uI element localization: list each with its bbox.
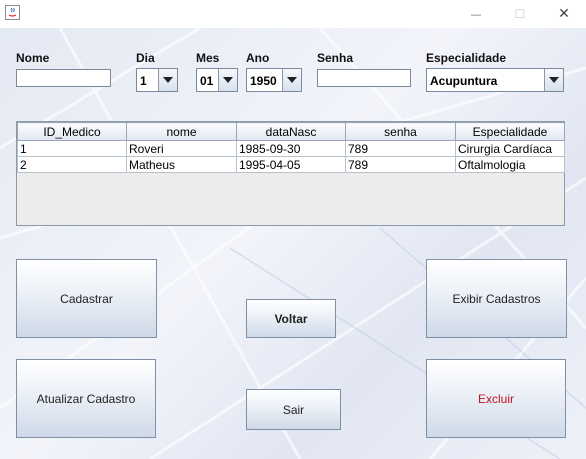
dia-label: Dia — [136, 51, 155, 65]
voltar-button[interactable]: Voltar — [246, 299, 336, 338]
chevron-down-icon — [549, 77, 559, 83]
nome-input[interactable] — [16, 69, 111, 87]
ano-select[interactable]: 1950 — [246, 68, 302, 92]
especialidade-dropdown-button[interactable] — [544, 69, 563, 91]
table-cell[interactable]: 789 — [345, 140, 456, 157]
table-cell[interactable]: Matheus — [126, 156, 237, 173]
table-cell[interactable]: 1 — [17, 140, 127, 157]
column-header-id-medico[interactable]: ID_Medico — [17, 122, 127, 141]
especialidade-value: Acupuntura — [430, 74, 498, 88]
column-header-nome[interactable]: nome — [126, 122, 237, 141]
chevron-down-icon — [223, 77, 233, 83]
ano-label: Ano — [246, 51, 270, 65]
especialidade-select[interactable]: Acupuntura — [426, 68, 564, 92]
maximize-button[interactable]: ☐ — [497, 0, 543, 28]
sair-button[interactable]: Sair — [246, 389, 341, 430]
dia-select[interactable]: 1 — [136, 68, 178, 92]
table-row[interactable]: 2 Matheus 1995-04-05 789 Oftalmologia — [17, 156, 565, 173]
minimize-button[interactable]: — — [453, 0, 499, 28]
table-cell[interactable]: 2 — [17, 156, 127, 173]
cadastrar-button[interactable]: Cadastrar — [16, 259, 157, 338]
minimize-icon: — — [470, 7, 482, 21]
column-header-senha[interactable]: senha — [345, 122, 456, 141]
nome-label: Nome — [16, 51, 50, 65]
chevron-down-icon — [163, 77, 173, 83]
table-cell[interactable]: 1995-04-05 — [236, 156, 346, 173]
ano-dropdown-button[interactable] — [282, 69, 301, 91]
atualizar-cadastro-button[interactable]: Atualizar Cadastro — [16, 359, 156, 438]
especialidade-label: Especialidade — [426, 51, 507, 65]
close-icon: ✕ — [558, 6, 570, 22]
table-cell[interactable]: 1985-09-30 — [236, 140, 346, 157]
dia-dropdown-button[interactable] — [158, 69, 177, 91]
close-window-button[interactable]: ✕ — [541, 0, 586, 28]
senha-input[interactable] — [317, 69, 411, 87]
table-header-row: ID_Medico nome dataNasc senha Especialid… — [17, 122, 565, 141]
title-bar: — ☐ ✕ — [0, 0, 586, 28]
table-cell[interactable]: Cirurgia Cardíaca — [455, 140, 565, 157]
mes-dropdown-button[interactable] — [218, 69, 237, 91]
dia-value: 1 — [140, 74, 147, 88]
excluir-button[interactable]: Excluir — [426, 359, 566, 438]
column-header-especialidade[interactable]: Especialidade — [455, 122, 565, 141]
chevron-down-icon — [287, 77, 297, 83]
exibir-cadastros-button[interactable]: Exibir Cadastros — [426, 259, 567, 338]
column-header-datanasc[interactable]: dataNasc — [236, 122, 346, 141]
table-cell[interactable]: Oftalmologia — [455, 156, 565, 173]
table-cell[interactable]: 789 — [345, 156, 456, 173]
maximize-icon: ☐ — [514, 7, 526, 21]
senha-label: Senha — [317, 51, 354, 65]
ano-value: 1950 — [250, 74, 277, 88]
mes-label: Mes — [196, 51, 220, 65]
mes-value: 01 — [200, 74, 214, 88]
table-row[interactable]: 1 Roveri 1985-09-30 789 Cirurgia Cardíac… — [17, 140, 565, 157]
mes-select[interactable]: 01 — [196, 68, 238, 92]
main-panel: Nome Dia Mes Ano Senha Especialidade 1 0… — [0, 28, 586, 459]
medicos-table[interactable]: ID_Medico nome dataNasc senha Especialid… — [16, 121, 565, 226]
table-cell[interactable]: Roveri — [126, 140, 237, 157]
java-app-icon — [5, 5, 20, 20]
